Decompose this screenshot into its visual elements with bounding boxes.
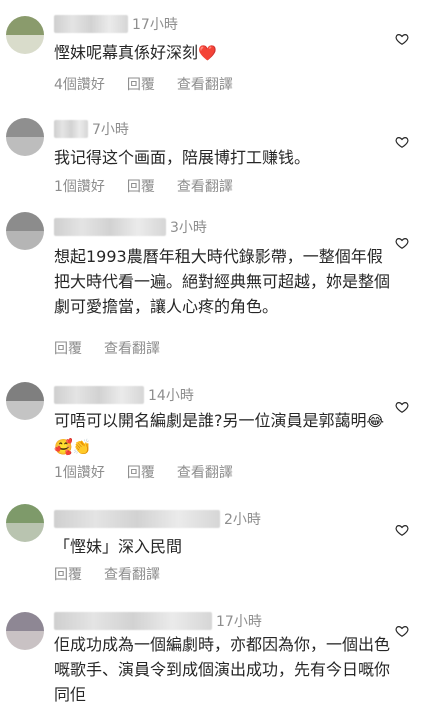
avatar[interactable] bbox=[6, 16, 44, 54]
comment-meta: 17小時 bbox=[54, 13, 178, 35]
comment-item: 3小時 想起1993農曆年租大時代錄影帶，一整個年假把大時代看一遍。絕對經典無可… bbox=[0, 210, 432, 370]
translate-button[interactable]: 查看翻譯 bbox=[177, 462, 233, 482]
avatar-bottom bbox=[6, 401, 44, 420]
username-blurred[interactable] bbox=[54, 120, 88, 138]
comment-meta: 17小時 bbox=[54, 610, 262, 632]
comment-actions: 回覆 查看翻譯 bbox=[54, 338, 182, 358]
comment-text: 可唔可以開名編劇是誰?另一位演員是郭藹明😂🥰👏 bbox=[54, 408, 392, 460]
likes-count[interactable]: 4個讚好 bbox=[54, 74, 105, 94]
username-blurred[interactable] bbox=[54, 218, 166, 236]
reply-button[interactable]: 回覆 bbox=[127, 462, 155, 482]
comment-actions: 1個讚好 回覆 查看翻譯 bbox=[54, 462, 255, 482]
likes-count[interactable]: 1個讚好 bbox=[54, 462, 105, 482]
comment-text-content: 慳妹呢幕真係好深刻 bbox=[54, 43, 199, 62]
heart-outline-icon[interactable] bbox=[395, 135, 409, 149]
reply-button[interactable]: 回覆 bbox=[127, 74, 155, 94]
comment-item: 17小時 佢成功成為一個編劇時，亦都因為你，一個出色嘅歌手、演員令到成個演出成功… bbox=[0, 600, 432, 704]
avatar-bottom bbox=[6, 137, 44, 156]
comment-actions: 1個讚好 回覆 查看翻譯 bbox=[54, 176, 255, 196]
comment-text: 慳妹呢幕真係好深刻❤️ bbox=[54, 40, 392, 66]
heart-emoji: ❤️ bbox=[198, 44, 217, 62]
comment-meta: 14小時 bbox=[54, 384, 194, 406]
likes-count[interactable]: 1個讚好 bbox=[54, 176, 105, 196]
avatar-top bbox=[6, 504, 44, 523]
comment-time: 2小時 bbox=[224, 512, 261, 528]
comment-text: 「慳妹」深入民間 bbox=[54, 534, 392, 559]
username-blurred[interactable] bbox=[54, 612, 212, 630]
avatar-bottom bbox=[6, 523, 44, 542]
comment-item: 2小時 「慳妹」深入民間 回覆 查看翻譯 bbox=[0, 496, 432, 590]
avatar[interactable] bbox=[6, 382, 44, 420]
comment-meta: 3小時 bbox=[54, 216, 207, 238]
comment-actions: 回覆 查看翻譯 bbox=[54, 564, 182, 584]
comment-text: 我记得这个画面，陪展博打工赚钱。 bbox=[54, 145, 392, 170]
heart-outline-icon[interactable] bbox=[395, 523, 409, 537]
avatar-top bbox=[6, 118, 44, 137]
avatar[interactable] bbox=[6, 504, 44, 542]
comment-text-content: 我记得这个画面，陪展博打工赚钱。 bbox=[54, 148, 311, 167]
comment-time: 3小時 bbox=[170, 220, 207, 236]
comment-time: 7小時 bbox=[92, 122, 129, 138]
avatar-bottom bbox=[6, 35, 44, 54]
avatar-top bbox=[6, 382, 44, 401]
comment-time: 17小時 bbox=[216, 614, 262, 630]
comment-actions: 4個讚好 回覆 查看翻譯 bbox=[54, 74, 255, 94]
comment-text: 佢成功成為一個編劇時，亦都因為你，一個出色嘅歌手、演員令到成個演出成功，先有今日… bbox=[54, 632, 392, 707]
reply-button[interactable]: 回覆 bbox=[127, 176, 155, 196]
comment-time: 14小時 bbox=[148, 388, 194, 404]
avatar-top bbox=[6, 212, 44, 231]
comment-item: 7小時 我记得这个画面，陪展博打工赚钱。 1個讚好 回覆 查看翻譯 bbox=[0, 108, 432, 204]
translate-button[interactable]: 查看翻譯 bbox=[177, 74, 233, 94]
avatar-top bbox=[6, 612, 44, 631]
translate-button[interactable]: 查看翻譯 bbox=[177, 176, 233, 196]
username-blurred[interactable] bbox=[54, 386, 144, 404]
avatar[interactable] bbox=[6, 118, 44, 156]
avatar[interactable] bbox=[6, 212, 44, 250]
comment-text-content: 想起1993農曆年租大時代錄影帶，一整個年假把大時代看一遍。絕對經典無可超越，妳… bbox=[54, 247, 391, 316]
username-blurred[interactable] bbox=[54, 510, 220, 528]
reply-button[interactable]: 回覆 bbox=[54, 564, 82, 584]
avatar-bottom bbox=[6, 231, 44, 250]
translate-button[interactable]: 查看翻譯 bbox=[104, 564, 160, 584]
comment-text-content: 可唔可以開名編劇是誰?另一位演員是郭藹明 bbox=[54, 411, 367, 430]
heart-outline-icon[interactable] bbox=[395, 624, 409, 638]
comment-text-content: 佢成功成為一個編劇時，亦都因為你，一個出色嘅歌手、演員令到成個演出成功，先有今日… bbox=[54, 635, 391, 704]
comment-time: 17小時 bbox=[132, 17, 178, 33]
translate-button[interactable]: 查看翻譯 bbox=[104, 338, 160, 358]
heart-outline-icon[interactable] bbox=[395, 400, 409, 414]
comment-meta: 2小時 bbox=[54, 508, 261, 530]
comment-item: 14小時 可唔可以開名編劇是誰?另一位演員是郭藹明😂🥰👏 1個讚好 回覆 查看翻… bbox=[0, 378, 432, 486]
comment-meta: 7小時 bbox=[54, 118, 129, 140]
comment-text-content: 「慳妹」深入民間 bbox=[54, 537, 183, 556]
avatar-top bbox=[6, 16, 44, 35]
avatar[interactable] bbox=[6, 612, 44, 650]
username-blurred[interactable] bbox=[54, 15, 128, 33]
comment-item: 17小時 慳妹呢幕真係好深刻❤️ 4個讚好 回覆 查看翻譯 bbox=[0, 0, 432, 100]
comment-text: 想起1993農曆年租大時代錄影帶，一整個年假把大時代看一遍。絕對經典無可超越，妳… bbox=[54, 244, 392, 319]
heart-outline-icon[interactable] bbox=[395, 32, 409, 46]
avatar-bottom bbox=[6, 631, 44, 650]
comment-feed: 17小時 慳妹呢幕真係好深刻❤️ 4個讚好 回覆 查看翻譯 7小時 我记得这个画… bbox=[0, 0, 432, 704]
reply-button[interactable]: 回覆 bbox=[54, 338, 82, 358]
heart-outline-icon[interactable] bbox=[395, 236, 409, 250]
